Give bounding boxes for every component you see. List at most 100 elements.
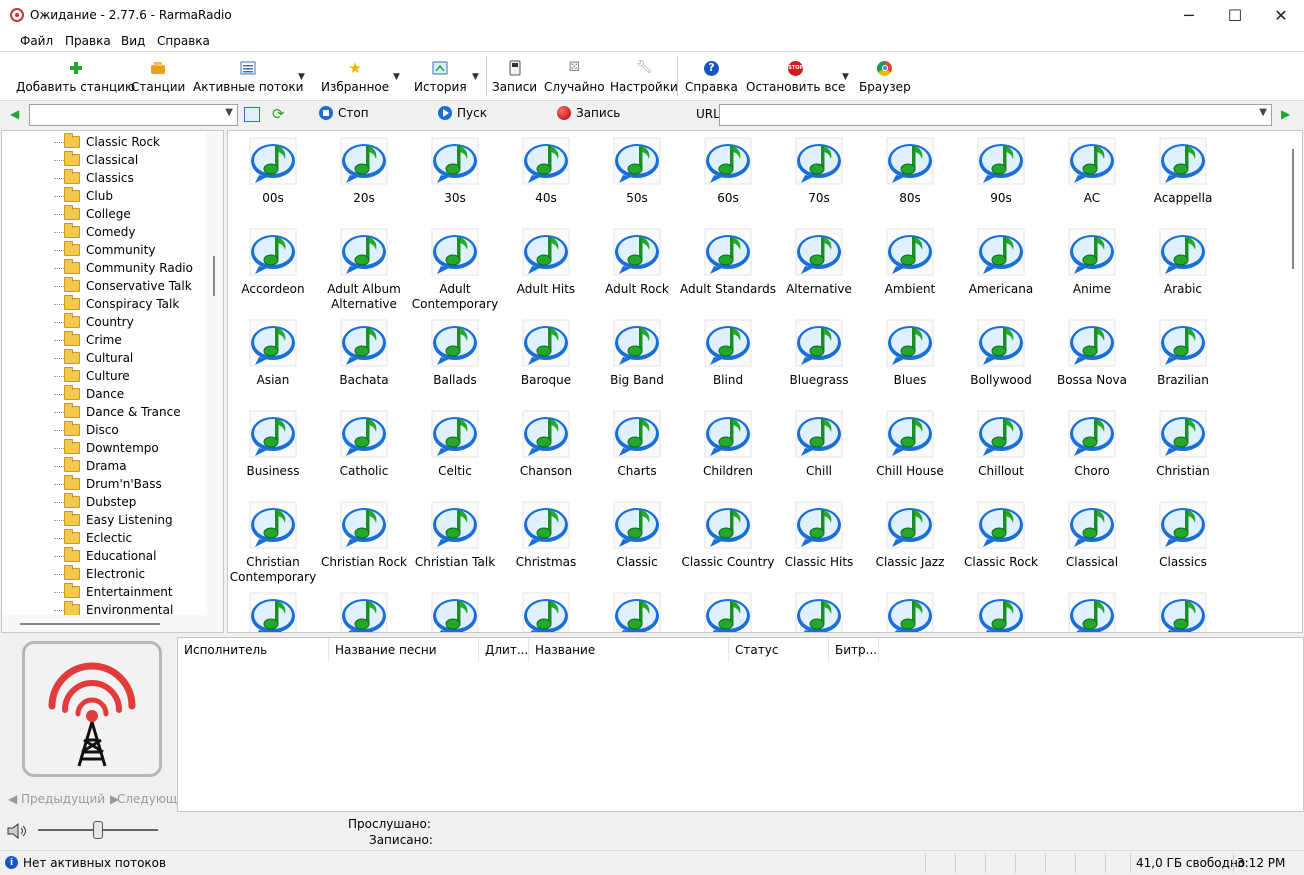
- genre-item[interactable]: Christian: [1138, 406, 1228, 494]
- genre-item[interactable]: [228, 588, 318, 632]
- tree-item[interactable]: Electronic: [64, 565, 145, 583]
- previous-button[interactable]: Предыдущий: [21, 792, 105, 806]
- menu-file[interactable]: Файл: [20, 34, 53, 48]
- genre-item[interactable]: Christmas: [501, 497, 591, 585]
- genre-item[interactable]: Bossa Nova: [1047, 315, 1137, 403]
- genre-item[interactable]: Choro: [1047, 406, 1137, 494]
- genre-item[interactable]: Anime: [1047, 224, 1137, 312]
- genre-item[interactable]: Adult Contemporary: [410, 224, 500, 312]
- genre-item[interactable]: Classic Rock: [956, 497, 1046, 585]
- favorites-dropdown-icon[interactable]: ▼: [393, 72, 400, 82]
- grid-vertical-scrollbar[interactable]: [1285, 131, 1302, 632]
- genre-item[interactable]: 20s: [319, 133, 409, 221]
- tree-horizontal-scrollbar[interactable]: [2, 615, 223, 632]
- genre-item[interactable]: 50s: [592, 133, 682, 221]
- close-button[interactable]: ✕: [1258, 0, 1304, 31]
- genre-item[interactable]: Ballads: [410, 315, 500, 403]
- genre-item[interactable]: Bachata: [319, 315, 409, 403]
- refresh-icon[interactable]: ⟳: [272, 105, 285, 123]
- genre-item[interactable]: Baroque: [501, 315, 591, 403]
- genre-item[interactable]: Chanson: [501, 406, 591, 494]
- tree-item[interactable]: Dance & Trance: [64, 403, 181, 421]
- stop-button[interactable]: Стоп: [319, 106, 369, 120]
- genre-item[interactable]: Alternative: [774, 224, 864, 312]
- genre-item[interactable]: 70s: [774, 133, 864, 221]
- tree-item[interactable]: Educational: [64, 547, 156, 565]
- genre-item[interactable]: [865, 588, 955, 632]
- add-station-button[interactable]: Добавить станцию: [16, 54, 135, 98]
- tree-item[interactable]: Drama: [64, 457, 127, 475]
- stop-all-dropdown-icon[interactable]: ▼: [842, 72, 849, 82]
- genre-item[interactable]: Children: [683, 406, 773, 494]
- url-input[interactable]: ▼: [719, 104, 1272, 126]
- genre-item[interactable]: 00s: [228, 133, 318, 221]
- genre-item[interactable]: Adult Standards: [680, 224, 776, 312]
- back-arrow-icon[interactable]: ◀: [10, 107, 19, 121]
- tree-item[interactable]: Crime: [64, 331, 122, 349]
- col-bitrate[interactable]: Битр...: [829, 638, 879, 662]
- settings-button[interactable]: 🔧︎ Настройки: [610, 54, 678, 98]
- tree-item[interactable]: Club: [64, 187, 113, 205]
- genre-item[interactable]: Christian Contemporary: [228, 497, 318, 585]
- genre-item[interactable]: [1138, 588, 1228, 632]
- active-streams-button[interactable]: Активные потоки: [193, 54, 303, 98]
- tree-item[interactable]: Cultural: [64, 349, 133, 367]
- tree-item[interactable]: Dubstep: [64, 493, 136, 511]
- genre-item[interactable]: [501, 588, 591, 632]
- tree-item[interactable]: Downtempo: [64, 439, 159, 457]
- genre-item[interactable]: Adult Rock: [592, 224, 682, 312]
- genre-item[interactable]: [592, 588, 682, 632]
- volume-slider-thumb[interactable]: [93, 821, 103, 839]
- genre-item[interactable]: Classic Hits: [774, 497, 864, 585]
- col-artist[interactable]: Исполнитель: [178, 638, 329, 662]
- genre-item[interactable]: 60s: [683, 133, 773, 221]
- genre-item[interactable]: Arabic: [1138, 224, 1228, 312]
- tree-item[interactable]: Classical: [64, 151, 138, 169]
- col-song-title[interactable]: Название песни: [329, 638, 479, 662]
- genre-item[interactable]: Chillout: [956, 406, 1046, 494]
- genre-item[interactable]: Bluegrass: [774, 315, 864, 403]
- tree-item[interactable]: Classic Rock: [64, 133, 160, 151]
- genre-item[interactable]: AC: [1047, 133, 1137, 221]
- speaker-icon[interactable]: [6, 822, 30, 843]
- genre-item[interactable]: Classics: [1138, 497, 1228, 585]
- genre-item[interactable]: Brazilian: [1138, 315, 1228, 403]
- minimize-button[interactable]: ─: [1166, 0, 1212, 31]
- tree-item[interactable]: Conservative Talk: [64, 277, 192, 295]
- genre-item[interactable]: Acappella: [1138, 133, 1228, 221]
- genre-item[interactable]: Catholic: [319, 406, 409, 494]
- genre-item[interactable]: Classic: [592, 497, 682, 585]
- col-duration[interactable]: Длит...: [479, 638, 529, 662]
- records-button[interactable]: Записи: [492, 54, 537, 98]
- genre-item[interactable]: [319, 588, 409, 632]
- genre-item[interactable]: Christian Talk: [410, 497, 500, 585]
- genre-item[interactable]: [956, 588, 1046, 632]
- genre-item[interactable]: Celtic: [410, 406, 500, 494]
- genre-item[interactable]: Classical: [1047, 497, 1137, 585]
- col-status[interactable]: Статус: [729, 638, 829, 662]
- stop-all-button[interactable]: STOP Остановить все: [746, 54, 845, 98]
- genre-item[interactable]: 30s: [410, 133, 500, 221]
- genre-item[interactable]: Classic Jazz: [865, 497, 955, 585]
- tree-item[interactable]: College: [64, 205, 131, 223]
- tree-item[interactable]: Comedy: [64, 223, 136, 241]
- track-list[interactable]: Исполнитель Название песни Длит... Назва…: [177, 637, 1304, 812]
- genre-item[interactable]: Business: [228, 406, 318, 494]
- tree-item[interactable]: Community Radio: [64, 259, 193, 277]
- tree-item[interactable]: Drum'n'Bass: [64, 475, 162, 493]
- tree-item[interactable]: Community: [64, 241, 155, 259]
- genre-item[interactable]: [1047, 588, 1137, 632]
- station-combo[interactable]: ▼: [29, 104, 238, 126]
- record-button[interactable]: Запись: [557, 106, 620, 120]
- genre-item[interactable]: Asian: [228, 315, 318, 403]
- genre-item[interactable]: Bollywood: [956, 315, 1046, 403]
- help-button[interactable]: ? Справка: [685, 54, 738, 98]
- menu-edit[interactable]: Правка: [65, 34, 111, 48]
- tree-item[interactable]: Classics: [64, 169, 134, 187]
- tree-item[interactable]: Entertainment: [64, 583, 173, 601]
- genre-item[interactable]: Charts: [592, 406, 682, 494]
- history-dropdown-icon[interactable]: ▼: [472, 72, 479, 82]
- genre-item[interactable]: Classic Country: [682, 497, 775, 585]
- tree-item[interactable]: Culture: [64, 367, 130, 385]
- genre-item[interactable]: Chill House: [865, 406, 955, 494]
